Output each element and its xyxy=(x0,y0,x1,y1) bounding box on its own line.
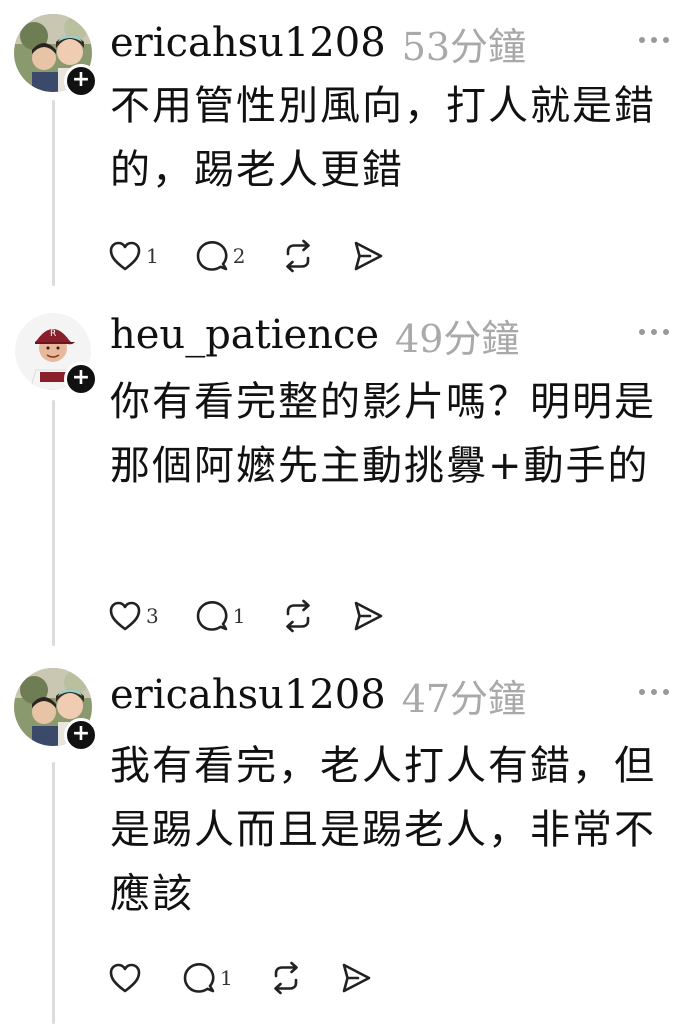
send-icon xyxy=(342,963,371,993)
reply-text: 你有看完整的影片嗎？明明是那個阿嬤先主動挑釁+動手的 xyxy=(110,379,656,489)
heart-icon xyxy=(109,963,141,993)
reply-post: + ericahsu1208 47分鐘 我有看完，老人打人有錯，但是踢人而且是踢… xyxy=(0,662,694,1024)
like-button[interactable]: 3 xyxy=(108,600,159,632)
comment-button[interactable]: 2 xyxy=(195,239,246,273)
repost-button[interactable] xyxy=(269,961,303,995)
reply-header: heu_patience 49分鐘 xyxy=(110,308,674,363)
like-count: 1 xyxy=(146,244,159,268)
like-button[interactable] xyxy=(108,962,146,994)
thread-line xyxy=(52,762,55,1024)
share-button[interactable] xyxy=(339,961,373,995)
heart-icon xyxy=(109,241,141,271)
timestamp[interactable]: 49分鐘 xyxy=(395,308,519,363)
more-dots-icon[interactable] xyxy=(634,674,674,704)
timestamp[interactable]: 53分鐘 xyxy=(402,16,526,71)
avatar[interactable]: + xyxy=(14,668,98,752)
avatar[interactable]: + xyxy=(14,14,98,98)
action-bar: 3 1 xyxy=(108,596,421,636)
action-bar: 1 2 xyxy=(108,236,421,276)
username[interactable]: heu_patience xyxy=(110,312,379,358)
like-count: 3 xyxy=(146,604,159,628)
comment-button[interactable]: 1 xyxy=(195,599,246,633)
comment-button[interactable]: 1 xyxy=(182,961,233,995)
comment-count: 2 xyxy=(232,244,246,268)
username[interactable]: ericahsu1208 xyxy=(110,20,386,66)
share-button[interactable] xyxy=(351,599,385,633)
avatar[interactable]: R + xyxy=(14,312,98,396)
send-icon xyxy=(355,241,383,271)
more-dots-icon[interactable] xyxy=(634,22,674,52)
send-icon xyxy=(355,601,383,631)
thread-line xyxy=(52,100,55,286)
repost-icon xyxy=(273,961,298,995)
reply-text: 不用管性別風向，打人就是錯的，踢老人更錯 xyxy=(110,83,656,193)
like-button[interactable]: 1 xyxy=(108,240,159,272)
reply-text: 我有看完，老人打人有錯，但是踢人而且是踢老人，非常不應該 xyxy=(110,743,656,917)
comment-bubble-icon xyxy=(196,600,228,631)
svg-text:R: R xyxy=(50,329,56,339)
username[interactable]: ericahsu1208 xyxy=(110,672,386,718)
reply-post: R + heu_patience 49分鐘 你有看完整的影片嗎？明明是那個阿嬤先… xyxy=(0,300,694,650)
thread-line xyxy=(52,400,55,646)
follow-plus-icon[interactable]: + xyxy=(64,718,98,752)
repost-icon xyxy=(286,599,311,633)
heart-icon xyxy=(109,601,141,631)
more-dots-icon[interactable] xyxy=(634,314,674,344)
share-button[interactable] xyxy=(351,239,385,273)
follow-plus-icon[interactable]: + xyxy=(64,362,98,396)
repost-icon xyxy=(286,239,311,273)
repost-button[interactable] xyxy=(281,239,315,273)
comment-bubble-icon xyxy=(183,962,215,993)
timestamp[interactable]: 47分鐘 xyxy=(402,668,526,723)
repost-button[interactable] xyxy=(281,599,315,633)
reply-post: + ericahsu1208 53分鐘 不用管性別風向，打人就是錯的，踢老人更錯… xyxy=(0,0,694,290)
comment-count: 1 xyxy=(220,966,233,990)
follow-plus-icon[interactable]: + xyxy=(64,64,98,98)
action-bar: 1 xyxy=(108,958,409,998)
comment-bubble-icon xyxy=(196,240,228,271)
reply-header: ericahsu1208 53分鐘 xyxy=(110,16,674,71)
reply-header: ericahsu1208 47分鐘 xyxy=(110,668,674,723)
comment-count: 1 xyxy=(232,604,246,628)
